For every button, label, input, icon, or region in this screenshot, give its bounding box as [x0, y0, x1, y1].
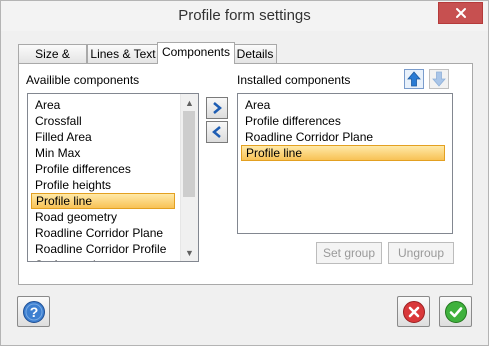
help-icon: ? — [22, 300, 45, 323]
installed-components-list[interactable]: Area Profile differences Roadline Corridor… — [237, 93, 453, 234]
list-item[interactable]: Min Max — [31, 145, 173, 161]
chevron-right-icon — [213, 102, 222, 114]
dialog-window: Profile form settings Size & Scale Lines… — [0, 0, 489, 346]
chevron-left-icon — [212, 126, 221, 138]
list-item[interactable]: Profile differences — [31, 161, 173, 177]
list-item[interactable]: Road geometry — [31, 209, 173, 225]
scroll-thumb[interactable] — [183, 111, 195, 197]
scroll-up-arrow-icon[interactable]: ▲ — [181, 94, 198, 111]
add-component-button[interactable] — [206, 97, 228, 119]
remove-component-button[interactable] — [206, 121, 228, 143]
title-bar[interactable]: Profile form settings — [1, 1, 488, 31]
components-panel: Availible components Area Crossfall Filled… — [18, 63, 473, 285]
window-close-button[interactable] — [438, 2, 483, 24]
cancel-icon — [402, 300, 425, 323]
list-item[interactable]: Roadline Corridor Plane — [31, 225, 173, 241]
list-item[interactable]: Roadline Corridor Profile — [31, 241, 173, 257]
installed-components-label: Installed components — [237, 73, 351, 87]
tab-components[interactable]: Components — [157, 42, 235, 64]
list-item[interactable]: Area — [31, 97, 173, 113]
available-scrollbar[interactable]: ▲ ▼ — [180, 94, 198, 261]
tab-label: Details — [236, 47, 274, 61]
available-components-list[interactable]: Area Crossfall Filled Area Min Max Profile d… — [27, 93, 199, 262]
tab-label: Components — [161, 45, 231, 59]
tab-lines-text[interactable]: Lines & Text — [87, 44, 159, 63]
ok-button[interactable] — [439, 296, 472, 327]
list-item[interactable]: Profile differences — [241, 113, 443, 129]
list-item[interactable]: Profile line — [31, 193, 175, 209]
tab-size-scale[interactable]: Size & Scale — [18, 44, 87, 79]
window-title: Profile form settings — [178, 7, 311, 24]
list-item[interactable]: Surface points — [31, 257, 173, 261]
ungroup-button[interactable]: Ungroup — [388, 242, 454, 264]
available-components-label: Availible components — [26, 73, 140, 87]
move-down-button[interactable] — [429, 69, 449, 89]
arrow-up-icon — [404, 69, 424, 89]
tab-label: Lines & Text — [90, 47, 156, 61]
list-item[interactable]: Profile heights — [31, 177, 173, 193]
cancel-button[interactable] — [397, 296, 430, 327]
list-item[interactable]: Area — [241, 97, 443, 113]
tab-details[interactable]: Details — [233, 44, 277, 63]
set-group-button[interactable]: Set group — [316, 242, 382, 264]
list-item[interactable]: Profile line — [241, 145, 445, 161]
list-item[interactable]: Crossfall — [31, 113, 173, 129]
close-icon — [455, 8, 466, 18]
list-item[interactable]: Filled Area — [31, 129, 173, 145]
list-item[interactable]: Roadline Corridor Plane — [241, 129, 443, 145]
arrow-down-icon — [429, 69, 449, 89]
svg-text:?: ? — [29, 304, 38, 320]
dialog-body: Size & Scale Lines & Text Components Det… — [8, 31, 481, 339]
ok-icon — [444, 300, 467, 323]
help-button[interactable]: ? — [17, 296, 50, 327]
move-up-button[interactable] — [404, 69, 424, 89]
scroll-down-arrow-icon[interactable]: ▼ — [181, 244, 198, 261]
